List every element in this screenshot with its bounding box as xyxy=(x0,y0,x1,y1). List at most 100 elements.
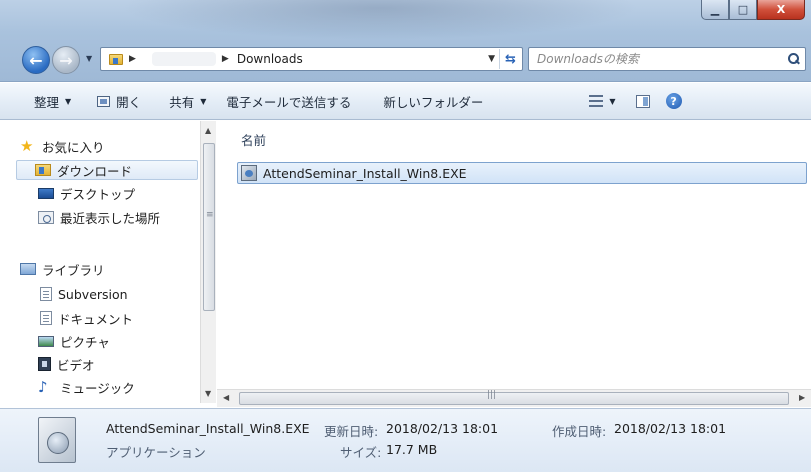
breadcrumb-separator-icon[interactable]: ▶ xyxy=(129,54,136,64)
email-button[interactable]: 電子メールで送信する xyxy=(220,89,357,113)
grip-icon: ≡ xyxy=(206,210,214,220)
horizontal-scrollbar[interactable]: ◀ ||| ▶ xyxy=(217,389,811,407)
recent-pages-dropdown[interactable]: ▼ xyxy=(86,54,92,63)
nav-item-videos[interactable]: ビデオ xyxy=(38,354,95,374)
file-row-selected[interactable]: AttendSeminar_Install_Win8.EXE xyxy=(237,162,807,184)
window-titlebar: ▁ □ X ← → ▼ ▶ ▶ Downloads ▼ ⇆ xyxy=(0,0,811,82)
recent-places-icon xyxy=(38,210,54,224)
help-icon: ? xyxy=(665,93,682,109)
chevron-down-icon: ▼ xyxy=(609,96,616,106)
application-icon xyxy=(38,417,76,463)
desktop-icon xyxy=(38,187,54,199)
forward-button[interactable]: → xyxy=(52,46,80,74)
nav-item-label: Subversion xyxy=(58,286,128,302)
folder-icon xyxy=(109,54,123,65)
document-library-icon xyxy=(40,287,52,301)
search-input[interactable] xyxy=(537,52,777,66)
video-icon xyxy=(38,357,51,371)
scroll-right-icon[interactable]: ▶ xyxy=(799,393,805,402)
nav-item-downloads[interactable]: ダウンロード xyxy=(16,160,198,180)
minimize-button[interactable]: ▁ xyxy=(701,0,729,20)
details-filename: AttendSeminar_Install_Win8.EXE xyxy=(106,421,310,436)
close-button[interactable]: X xyxy=(757,0,805,20)
view-options-icon xyxy=(589,95,604,107)
change-view-button[interactable]: ▼ xyxy=(583,89,621,113)
search-box[interactable] xyxy=(528,47,806,71)
details-pane: AttendSeminar_Install_Win8.EXE アプリケーション … xyxy=(0,408,811,472)
open-icon xyxy=(97,95,111,107)
preview-pane-icon xyxy=(635,94,650,108)
nav-item-label: デスクトップ xyxy=(60,186,136,202)
nav-item-label: ダウンロード xyxy=(57,163,133,179)
file-name: AttendSeminar_Install_Win8.EXE xyxy=(263,165,467,181)
arrow-left-icon: ← xyxy=(29,50,43,70)
open-label: 開く xyxy=(116,94,142,110)
nav-item-pictures[interactable]: ピクチャ xyxy=(38,331,110,351)
search-icon[interactable] xyxy=(787,53,799,65)
nav-item-subversion[interactable]: Subversion xyxy=(38,284,128,304)
help-button[interactable]: ? xyxy=(660,89,688,113)
modified-label: 更新日時: xyxy=(324,424,379,439)
address-dropdown-icon[interactable]: ▼ xyxy=(488,54,495,64)
arrow-right-icon: → xyxy=(59,50,73,70)
file-list: 名前 AttendSeminar_Install_Win8.EXE xyxy=(217,121,811,389)
navigation-scrollbar[interactable]: ▲ ≡ ▼ xyxy=(200,121,216,403)
breadcrumb-separator-icon[interactable]: ▶ xyxy=(222,54,229,64)
new-folder-label: 新しいフォルダー xyxy=(383,94,484,110)
scrollbar-thumb[interactable] xyxy=(239,392,789,405)
scroll-up-icon[interactable]: ▲ xyxy=(205,126,211,135)
back-button[interactable]: ← xyxy=(22,46,50,74)
created-value: 2018/02/13 18:01 xyxy=(614,421,727,436)
nav-item-label: 最近表示した場所 xyxy=(60,210,161,226)
size-value: 17.7 MB xyxy=(386,442,438,457)
nav-item-recent[interactable]: 最近表示した場所 xyxy=(38,207,160,227)
nav-item-label: ビデオ xyxy=(57,357,95,373)
downloads-folder-icon xyxy=(35,164,51,176)
nav-item-label: ライブラリ xyxy=(42,262,105,278)
share-button[interactable]: 共有 ▼ xyxy=(163,89,212,113)
nav-item-music[interactable]: ♪ ミュージック xyxy=(38,377,135,397)
nav-item-label: ミュージック xyxy=(60,380,135,396)
chevron-down-icon: ▼ xyxy=(200,96,207,106)
nav-item-label: ピクチャ xyxy=(60,334,110,350)
nav-item-label: お気に入り xyxy=(42,139,105,155)
command-toolbar: 整理 ▼ 開く 共有 ▼ 電子メールで送信する 新しいフォルダー ▼ ? xyxy=(0,83,811,120)
email-label: 電子メールで送信する xyxy=(226,94,352,110)
new-folder-button[interactable]: 新しいフォルダー xyxy=(377,89,489,113)
pictures-icon xyxy=(38,335,54,347)
address-bar[interactable]: ▶ ▶ Downloads ▼ ⇆ xyxy=(100,47,523,71)
open-button[interactable]: 開く xyxy=(91,89,147,113)
nav-item-favorites[interactable]: ★ お気に入り xyxy=(20,136,105,156)
preview-pane-button[interactable] xyxy=(630,89,656,113)
organize-label: 整理 xyxy=(34,94,60,110)
breadcrumb-hidden-segment[interactable] xyxy=(151,52,216,66)
nav-item-desktop[interactable]: デスクトップ xyxy=(38,183,135,203)
library-icon xyxy=(20,263,36,275)
scroll-left-icon[interactable]: ◀ xyxy=(223,393,229,402)
scroll-down-icon[interactable]: ▼ xyxy=(205,389,211,398)
window-controls: ▁ □ X xyxy=(701,0,805,20)
navigation-pane: ★ お気に入り ダウンロード デスクトップ 最近表示した場所 ライブラリ Sub… xyxy=(0,121,200,403)
share-label: 共有 xyxy=(169,94,195,110)
glass-shade xyxy=(120,0,640,40)
nav-item-label: ドキュメント xyxy=(58,311,134,327)
nav-item-libraries[interactable]: ライブラリ xyxy=(20,259,105,279)
chevron-down-icon: ▼ xyxy=(65,96,72,106)
exe-icon xyxy=(241,165,257,181)
maximize-button[interactable]: □ xyxy=(729,0,757,20)
size-label: サイズ: xyxy=(340,445,382,460)
scrollbar-thumb[interactable] xyxy=(203,143,215,311)
music-note-icon: ♪ xyxy=(38,378,48,396)
refresh-icon: ⇆ xyxy=(505,51,516,67)
grip-icon: ||| xyxy=(487,390,497,400)
breadcrumb-current-folder[interactable]: Downloads xyxy=(237,52,303,66)
column-header-name[interactable]: 名前 xyxy=(241,130,266,149)
star-icon: ★ xyxy=(20,137,34,155)
nav-item-documents[interactable]: ドキュメント xyxy=(38,308,133,328)
organize-button[interactable]: 整理 ▼ xyxy=(28,89,77,113)
document-library-icon xyxy=(40,311,52,325)
modified-value: 2018/02/13 18:01 xyxy=(386,421,499,436)
refresh-button[interactable]: ⇆ xyxy=(499,49,521,69)
details-type: アプリケーション xyxy=(106,445,206,460)
created-label: 作成日時: xyxy=(552,424,607,439)
